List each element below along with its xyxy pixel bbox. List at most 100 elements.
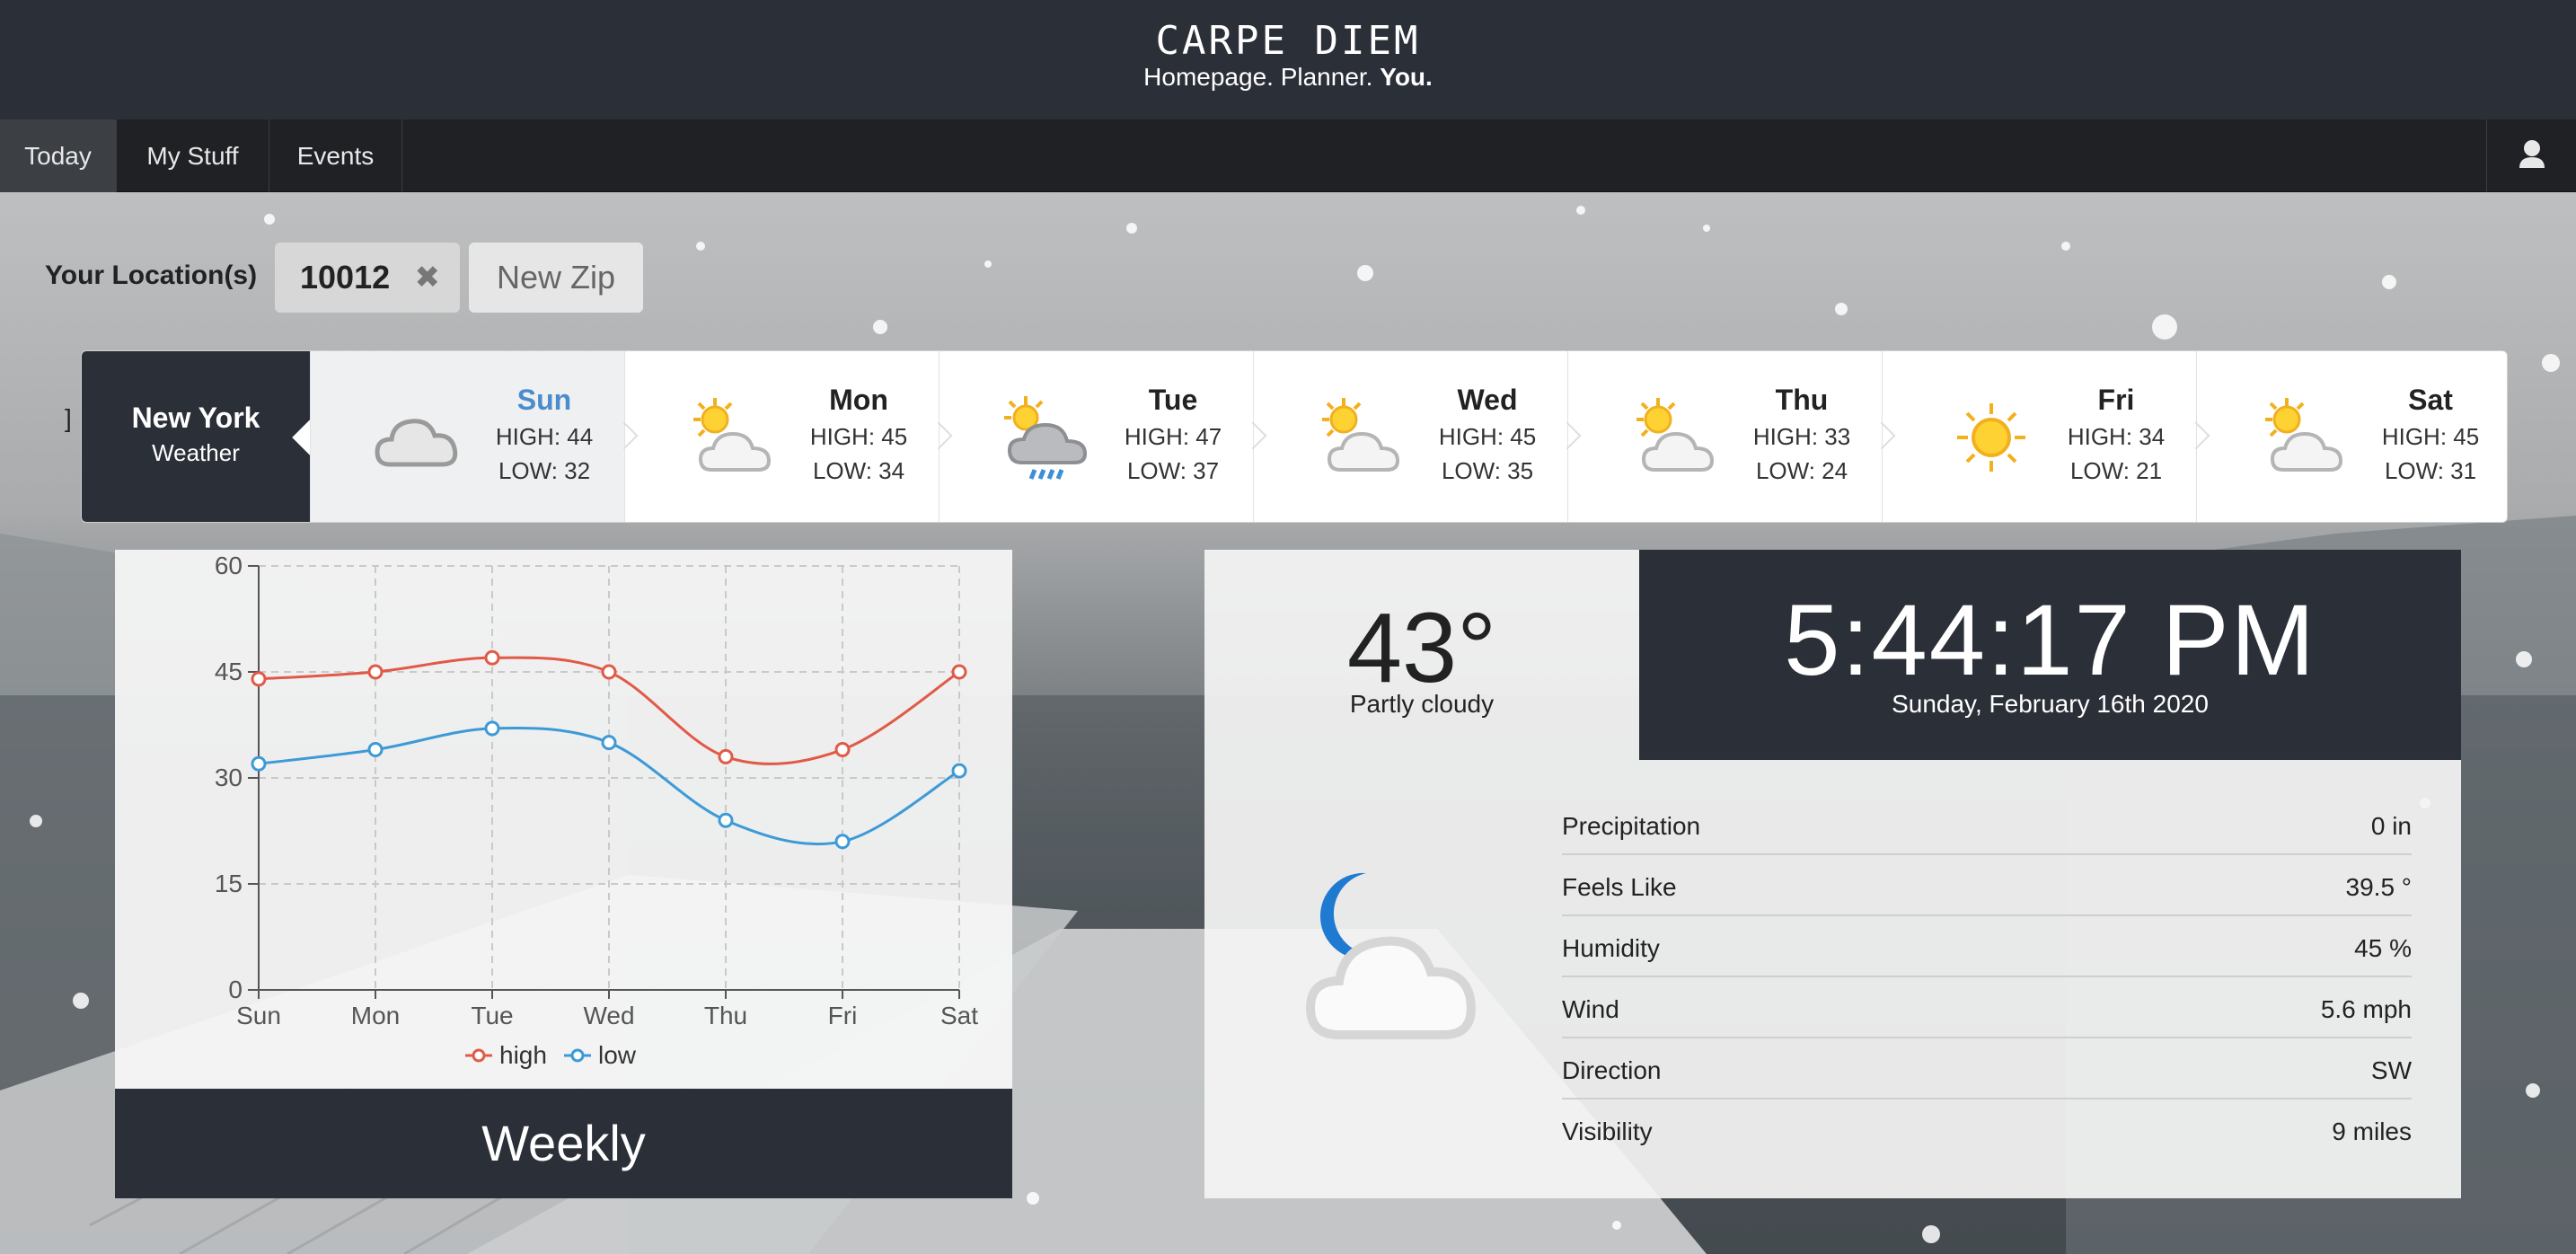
day-low: LOW: 37 <box>1126 457 1220 484</box>
day-high: HIGH: 44 <box>495 423 594 450</box>
partly-cloudy-icon <box>693 398 772 472</box>
data-point-low <box>834 834 851 850</box>
tagline-text: Homepage. Planner. <box>1143 63 1373 91</box>
data-point-low <box>251 755 267 772</box>
day-name: Fri <box>2097 384 2135 416</box>
stat-row-direction: Direction SW <box>1562 1038 2412 1099</box>
clock-panel: 5:44:17 PM Sunday, February 16th 2020 <box>1639 550 2461 760</box>
stray-bracket: ] <box>65 404 72 432</box>
stat-value: 39.5 ° <box>2345 873 2412 901</box>
user-menu-button[interactable] <box>2486 119 2576 192</box>
stat-label: Feels Like <box>1562 873 1677 901</box>
partly-cloudy-icon <box>2265 398 2343 472</box>
forecast-day-fri[interactable]: Fri HIGH: 34 LOW: 21 <box>1867 351 2196 522</box>
nav-tab-events[interactable]: Events <box>269 119 402 192</box>
day-name: Mon <box>829 384 888 416</box>
temperature-line-chart: 0 15 30 45 60 Sun Mon Tue Wed Thu Fri Sat high low <box>215 552 978 1069</box>
day-low: LOW: 21 <box>2069 457 2163 484</box>
x-tick-label: Mon <box>351 1002 400 1029</box>
legend-label-high: high <box>499 1041 547 1069</box>
forecast-day-sun[interactable]: Sun HIGH: 44 LOW: 32 <box>310 351 624 522</box>
data-point-high <box>834 742 851 758</box>
data-point-high <box>251 671 267 687</box>
data-point-high <box>367 664 384 680</box>
data-point-high <box>484 649 500 666</box>
city-panel: New York Weather <box>82 351 310 522</box>
data-point-low <box>718 812 734 828</box>
forecast-day-thu[interactable]: Thu HIGH: 33 LOW: 24 <box>1553 351 1882 522</box>
stat-value: 45 % <box>2354 934 2412 962</box>
current-conditions-panel: 43° Partly cloudy 5:44:17 PM Sunday, Feb… <box>1204 550 2461 1198</box>
current-stats-table: Precipitation 0 in Feels Like 39.5 ° Hum… <box>1562 794 2412 1161</box>
stat-row-precipitation: Precipitation 0 in <box>1562 794 2412 855</box>
zip-code: 10012 <box>300 259 391 296</box>
day-low: LOW: 24 <box>1755 457 1848 484</box>
x-tick-label: Fri <box>828 1002 858 1029</box>
weekly-forecast-bar: New York Weather Sun HIGH: 44 LOW: 32 Mo… <box>81 350 2508 523</box>
user-icon <box>2519 140 2545 168</box>
y-tick-label: 60 <box>215 552 243 579</box>
stat-value: SW <box>2370 1056 2412 1084</box>
legend-marker-high <box>472 1048 486 1063</box>
day-name: Thu <box>1775 384 1829 416</box>
current-condition: Partly cloudy <box>1349 690 1495 718</box>
cloudy-icon <box>375 419 458 467</box>
data-point-low <box>951 763 967 779</box>
data-point-low <box>367 742 384 758</box>
day-high: HIGH: 47 <box>1124 423 1222 450</box>
day-name: Tue <box>1148 384 1198 416</box>
locations-label: Your Location(s) <box>45 261 258 290</box>
stat-row-humidity: Humidity 45 % <box>1562 916 2412 977</box>
data-point-high <box>601 664 617 680</box>
app-header: CARPE DIEM Homepage. Planner. You. <box>0 0 2576 119</box>
y-tick-label: 0 <box>228 976 243 1003</box>
zip-chip[interactable]: 10012 ✖ <box>275 243 460 313</box>
x-tick-label: Thu <box>704 1002 747 1029</box>
forecast-day-wed[interactable]: Wed HIGH: 45 LOW: 35 <box>1239 351 1567 522</box>
weekly-chart-panel: 0 15 30 45 60 Sun Mon Tue Wed Thu Fri Sat high low <box>115 550 1012 1089</box>
x-tick-label: Wed <box>583 1002 634 1029</box>
main-nav: Today My Stuff Events <box>0 119 2576 192</box>
data-point-high <box>951 664 967 680</box>
stat-value: 5.6 mph <box>2320 995 2412 1023</box>
stat-label: Humidity <box>1562 934 1660 962</box>
day-low: LOW: 32 <box>498 457 591 484</box>
day-high: HIGH: 33 <box>1752 423 1851 450</box>
forecast-day-mon[interactable]: Mon HIGH: 45 LOW: 34 <box>610 351 939 522</box>
day-name: Sun <box>516 384 572 416</box>
tagline-bold: You. <box>1380 63 1433 91</box>
weekly-label: Weekly <box>115 1089 1012 1198</box>
sunny-icon <box>1957 403 2025 472</box>
y-tick-label: 15 <box>215 870 243 897</box>
stat-label: Visibility <box>1562 1117 1653 1145</box>
day-high: HIGH: 45 <box>2381 423 2480 450</box>
legend-marker-low <box>570 1048 585 1063</box>
x-tick-label: Sat <box>940 1002 978 1029</box>
y-tick-label: 30 <box>215 764 243 791</box>
day-name: Wed <box>1457 384 1518 416</box>
new-zip-button[interactable]: New Zip <box>469 243 643 313</box>
remove-zip-icon[interactable]: ✖ <box>415 243 441 313</box>
stat-label: Direction <box>1562 1056 1662 1084</box>
clock-date: Sunday, February 16th 2020 <box>1892 690 2209 718</box>
legend-label-low: low <box>598 1041 637 1069</box>
forecast-day-sat[interactable]: Sat HIGH: 45 LOW: 31 <box>2182 351 2507 522</box>
x-tick-label: Tue <box>471 1002 513 1029</box>
forecast-day-tue[interactable]: Tue HIGH: 47 LOW: 37 <box>924 351 1253 522</box>
x-tick-label: Sun <box>236 1002 281 1029</box>
nav-tab-my-stuff[interactable]: My Stuff <box>117 119 269 192</box>
clock-time: 5:44:17 PM <box>1784 584 2316 696</box>
nav-tab-today[interactable]: Today <box>0 119 117 192</box>
rain-icon <box>1004 396 1088 480</box>
stat-row-feels-like: Feels Like 39.5 ° <box>1562 855 2412 916</box>
partly-cloudy-icon <box>1636 398 1715 472</box>
day-high: HIGH: 45 <box>809 423 908 450</box>
brand-title: CARPE DIEM <box>1155 18 1421 64</box>
stat-label: Wind <box>1562 995 1619 1023</box>
data-point-low <box>601 735 617 751</box>
day-high: HIGH: 34 <box>2067 423 2166 450</box>
data-point-low <box>484 720 500 737</box>
city-subtitle: Weather <box>152 439 240 466</box>
day-high: HIGH: 45 <box>1438 423 1537 450</box>
y-tick-label: 45 <box>215 658 243 685</box>
